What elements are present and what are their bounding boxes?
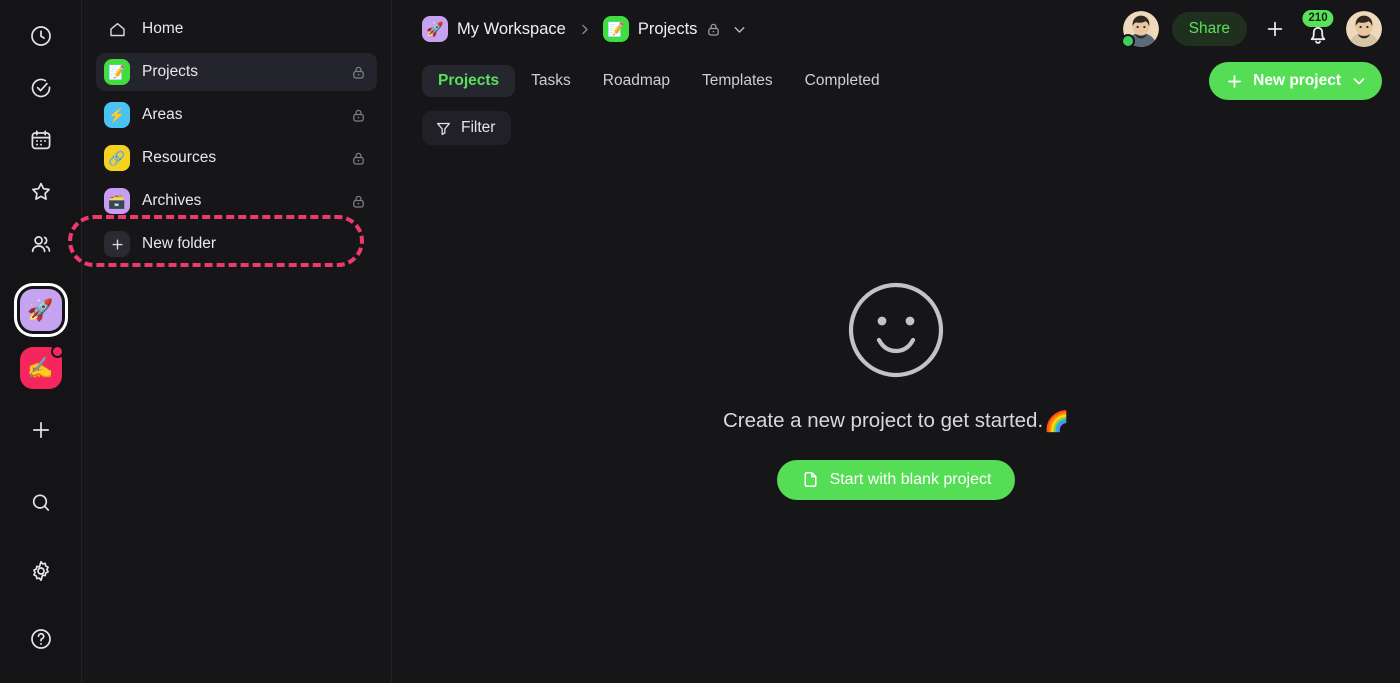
sidebar-item-home[interactable]: Home — [96, 10, 377, 48]
settings-icon[interactable] — [19, 549, 63, 593]
sidebar-item-projects[interactable]: 📝 Projects — [96, 53, 377, 91]
star-icon[interactable] — [19, 170, 63, 214]
folder-emoji: 🔗 — [108, 150, 126, 166]
sidebar-item-label: Archives — [142, 192, 202, 209]
view-tabs: Projects Tasks Roadmap Templates Complet… — [392, 58, 1400, 104]
lock-icon[interactable] — [350, 107, 367, 124]
clock-icon[interactable] — [19, 14, 63, 58]
avatar-current-user[interactable] — [1346, 11, 1382, 47]
chevron-down-icon[interactable] — [731, 21, 748, 38]
sidebar-item-label: Resources — [142, 149, 217, 166]
notification-dot — [50, 345, 64, 358]
sidebar-item-label: Areas — [142, 106, 183, 123]
workspace-my-workspace[interactable]: 🚀 — [15, 284, 67, 336]
tab-roadmap[interactable]: Roadmap — [587, 65, 686, 97]
folder-emoji: ⚡ — [108, 107, 126, 123]
folder-emoji: 🗃️ — [108, 193, 126, 209]
sidebar-item-resources[interactable]: 🔗 Resources — [96, 139, 377, 177]
sidebar-item-archives[interactable]: 🗃️ Archives — [96, 182, 377, 220]
share-button[interactable]: Share — [1171, 12, 1247, 46]
add-workspace-button[interactable] — [19, 408, 63, 452]
filter-icon — [435, 120, 452, 137]
tab-projects[interactable]: Projects — [422, 65, 516, 97]
sidebar-item-label: New folder — [142, 235, 217, 252]
tab-label: Completed — [804, 72, 880, 89]
start-blank-project-button[interactable]: Start with blank project — [776, 459, 1016, 500]
lock-icon[interactable] — [705, 21, 722, 38]
sidebar-item-areas[interactable]: ⚡ Areas — [96, 96, 377, 134]
smiley-icon — [846, 280, 946, 385]
projects-folder-icon: 📝 — [104, 59, 130, 85]
check-circle-icon[interactable] — [19, 66, 63, 110]
breadcrumb-current-icon[interactable]: 📝 — [602, 16, 629, 42]
top-bar: 🚀 My Workspace 📝 Projects Share 210 — [392, 0, 1400, 58]
workspace-emoji: 🚀 — [426, 20, 444, 37]
tab-templates[interactable]: Templates — [686, 65, 789, 97]
status-badge — [1120, 34, 1135, 48]
workspace-emoji: ✍️ — [27, 356, 54, 380]
new-project-label: New project — [1253, 72, 1341, 89]
main-content: 🚀 My Workspace 📝 Projects Share 210 Proj… — [392, 0, 1400, 683]
workspace-emoji: 🚀 — [27, 298, 54, 322]
app-window: 🚀 ✍️ Home 📝 Projects ⚡ Areas 🔗 Resources… — [0, 0, 1400, 683]
start-blank-project-label: Start with blank project — [829, 470, 992, 488]
archives-folder-icon: 🗃️ — [104, 188, 130, 214]
tab-label: Projects — [438, 72, 500, 89]
people-icon[interactable] — [19, 222, 63, 266]
add-button[interactable] — [1260, 14, 1290, 44]
folder-emoji: 📝 — [607, 20, 625, 37]
avatar-collaborator[interactable] — [1120, 11, 1159, 48]
tab-label: Tasks — [531, 72, 571, 89]
sidebar-item-label: Projects — [142, 63, 198, 80]
search-icon[interactable] — [19, 481, 63, 525]
notification-count-badge: 210 — [1302, 10, 1334, 28]
home-icon — [104, 16, 130, 42]
share-label: Share — [1188, 20, 1230, 37]
lock-icon[interactable] — [350, 193, 367, 210]
chevron-right-icon — [577, 22, 592, 37]
rocket-icon: 🚀 — [19, 289, 62, 331]
calendar-icon[interactable] — [19, 118, 63, 162]
sidebar-item-new-folder[interactable]: New folder — [96, 225, 377, 263]
empty-state-text: Create a new project to get started. — [722, 409, 1044, 432]
filter-bar: Filter — [392, 104, 1400, 152]
filter-button[interactable]: Filter — [422, 111, 512, 145]
filter-label: Filter — [461, 119, 496, 136]
new-project-button[interactable]: New project — [1209, 62, 1382, 100]
breadcrumb-current-label[interactable]: Projects — [638, 20, 698, 39]
left-icon-rail: 🚀 ✍️ — [0, 0, 82, 683]
help-icon[interactable] — [19, 617, 63, 661]
tab-tasks[interactable]: Tasks — [515, 65, 587, 97]
empty-state: Create a new project to get started. 🌈 S… — [392, 152, 1400, 683]
tab-label: Roadmap — [602, 72, 671, 89]
plus-icon — [1225, 72, 1244, 91]
tab-label: Templates — [702, 72, 773, 89]
breadcrumb-workspace-label[interactable]: My Workspace — [457, 20, 566, 39]
workspace-writing[interactable]: ✍️ — [15, 342, 67, 394]
avatar-image — [1346, 11, 1382, 47]
lock-icon[interactable] — [350, 64, 367, 81]
writing-hand-icon: ✍️ — [19, 345, 64, 389]
breadcrumb: 🚀 My Workspace 📝 Projects — [422, 16, 748, 42]
plus-icon — [104, 231, 130, 257]
breadcrumb-workspace-icon[interactable]: 🚀 — [422, 16, 448, 42]
sidebar-item-label: Home — [142, 20, 184, 37]
areas-folder-icon: ⚡ — [104, 102, 130, 128]
empty-state-message: Create a new project to get started. 🌈 — [723, 409, 1069, 434]
top-bar-actions: Share 210 — [1120, 10, 1382, 48]
notifications-button[interactable]: 210 — [1302, 10, 1334, 46]
tab-completed[interactable]: Completed — [789, 65, 896, 97]
folder-sidebar: Home 📝 Projects ⚡ Areas 🔗 Resources 🗃️ A… — [68, 0, 392, 683]
chevron-down-icon[interactable] — [1350, 72, 1368, 90]
folder-emoji: 📝 — [108, 64, 126, 80]
resources-folder-icon: 🔗 — [104, 145, 130, 171]
rainbow-icon: 🌈 — [1044, 410, 1070, 433]
lock-icon[interactable] — [350, 150, 367, 167]
document-icon — [801, 470, 820, 489]
